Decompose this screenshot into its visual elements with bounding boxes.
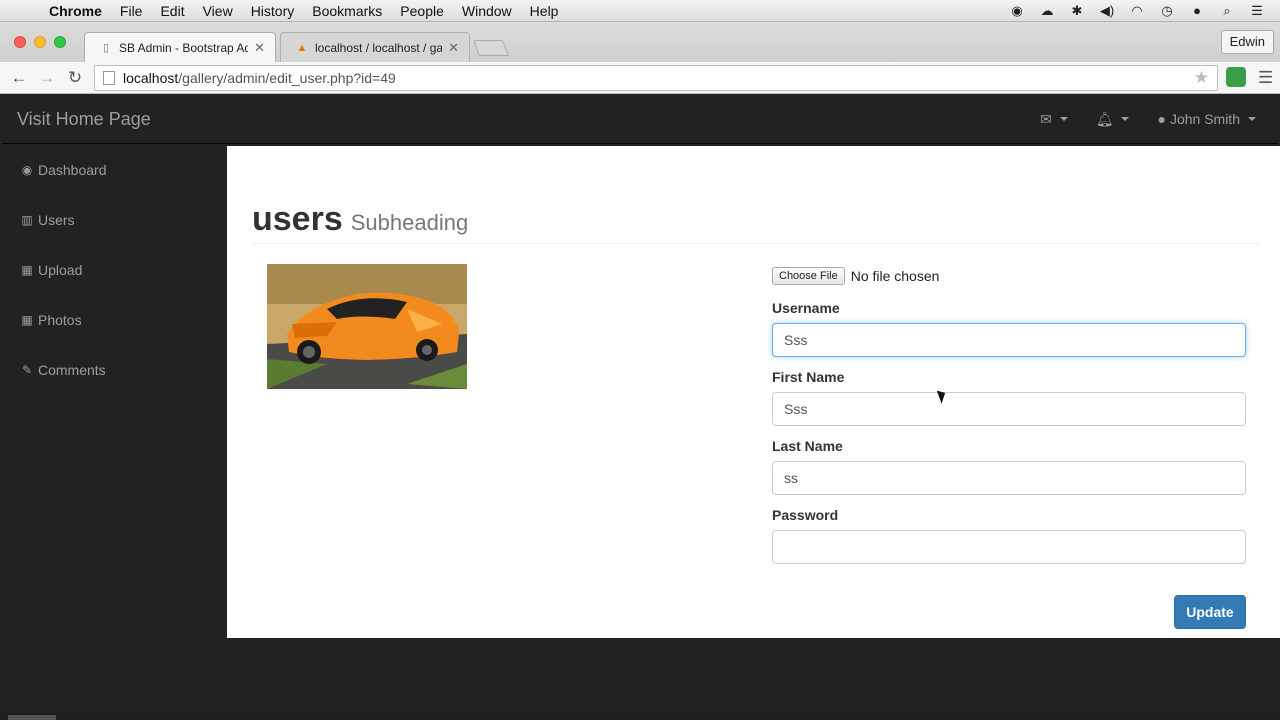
edit-user-form: Choose File No file chosen Username Sss … xyxy=(772,264,1246,564)
messages-dropdown[interactable]: ✉ xyxy=(1026,111,1082,128)
page-title: users Subheading xyxy=(252,200,469,238)
user-icon: ● xyxy=(1157,111,1166,127)
bar-chart-icon: ▥ xyxy=(21,213,33,227)
sidebar-item-users[interactable]: ▥ Users xyxy=(2,195,227,245)
page-content: users Subheading Choose File No file cho… xyxy=(227,146,1280,638)
file-status: No file chosen xyxy=(850,268,940,284)
editor-strip xyxy=(0,712,1280,720)
table-icon: ▦ xyxy=(21,313,33,327)
menu-help[interactable]: Help xyxy=(521,3,568,19)
close-window-icon[interactable] xyxy=(14,36,26,48)
car-image xyxy=(267,264,467,389)
close-tab-icon[interactable]: ✕ xyxy=(448,40,459,56)
sidebar-item-dashboard[interactable]: ◉ Dashboard xyxy=(2,145,227,195)
extension-icon[interactable] xyxy=(1226,67,1246,87)
clock-icon[interactable]: ◷ xyxy=(1158,3,1176,19)
first-name-label: First Name xyxy=(772,369,845,385)
menu-window[interactable]: Window xyxy=(453,3,521,19)
window-controls xyxy=(14,36,66,48)
page-subtitle: Subheading xyxy=(350,210,469,235)
caret-icon xyxy=(1248,117,1256,121)
sidebar: ◉ Dashboard ▥ Users ▦ Upload ▦ Photos ✎ … xyxy=(2,145,227,720)
page-info-icon[interactable] xyxy=(103,71,115,85)
close-tab-icon[interactable]: ✕ xyxy=(254,40,265,56)
menu-view[interactable]: View xyxy=(194,3,242,19)
url-host: localhost xyxy=(123,70,179,86)
sidebar-item-label: Dashboard xyxy=(38,162,107,178)
tab-title: localhost / localhost / galle xyxy=(315,40,443,55)
record-icon[interactable]: ◉ xyxy=(1008,3,1026,19)
sidebar-item-label: Users xyxy=(38,212,75,228)
update-button[interactable]: Update xyxy=(1174,595,1246,629)
chrome-menu-icon[interactable]: ☰ xyxy=(1258,68,1273,88)
menu-history[interactable]: History xyxy=(242,3,304,19)
sidebar-item-upload[interactable]: ▦ Upload xyxy=(2,245,227,295)
os-menubar: Chrome File Edit View History Bookmarks … xyxy=(0,0,1280,22)
page-icon: ▯ xyxy=(102,42,110,54)
file-picker: Choose File No file chosen xyxy=(772,264,1246,288)
sidebar-item-label: Upload xyxy=(38,262,83,278)
tab-sb-admin[interactable]: ▯ SB Admin - Bootstrap Adm ✕ xyxy=(84,32,276,62)
pma-icon: ▲ xyxy=(296,41,308,54)
volume-icon[interactable]: ◀) xyxy=(1098,3,1116,19)
status-tray: ◉ ☁ ✱ ◀) ◠ ◷ ● ⌕ ☰ xyxy=(1008,3,1280,19)
username-input[interactable]: Sss xyxy=(772,323,1246,357)
search-icon[interactable]: ⌕ xyxy=(1218,3,1236,19)
sidebar-item-label: Photos xyxy=(38,312,82,328)
menu-people[interactable]: People xyxy=(391,3,453,19)
envelope-icon: ✉ xyxy=(1039,110,1052,127)
bell-icon: 🔔︎ xyxy=(1095,110,1114,127)
dashboard-icon: ◉ xyxy=(21,163,33,177)
caret-icon xyxy=(1059,117,1068,121)
menu-app[interactable]: Chrome xyxy=(40,3,111,19)
password-input[interactable] xyxy=(772,530,1246,564)
choose-file-button[interactable]: Choose File xyxy=(772,267,845,285)
back-icon[interactable]: ← xyxy=(8,67,30,89)
tab-phpmyadmin[interactable]: ▲ localhost / localhost / galle ✕ xyxy=(280,32,470,62)
bluetooth-icon[interactable]: ✱ xyxy=(1068,3,1086,19)
last-name-label: Last Name xyxy=(772,438,843,454)
user-photo xyxy=(267,264,467,389)
reload-icon[interactable]: ↻ xyxy=(64,67,86,89)
sidebar-item-comments[interactable]: ✎ Comments xyxy=(2,345,227,395)
zoom-window-icon[interactable] xyxy=(54,36,66,48)
cloud-icon[interactable]: ☁ xyxy=(1038,3,1056,19)
user-dropdown[interactable]: ● John Smith xyxy=(1143,111,1270,127)
navbar-right: ✉ 🔔︎ ● John Smith xyxy=(1026,94,1270,144)
menu-bookmarks[interactable]: Bookmarks xyxy=(303,3,391,19)
tab-strip: ▯ SB Admin - Bootstrap Adm ✕ ▲ localhost… xyxy=(0,22,1280,62)
address-bar[interactable]: localhost /gallery/admin/edit_user.php?i… xyxy=(94,65,1218,91)
first-name-input[interactable]: Sss xyxy=(772,392,1246,426)
menu-edit[interactable]: Edit xyxy=(151,3,193,19)
username-label: Username xyxy=(772,300,840,316)
browser-toolbar: ← → ↻ localhost /gallery/admin/edit_user… xyxy=(0,62,1280,94)
password-label: Password xyxy=(772,507,839,523)
alerts-dropdown[interactable]: 🔔︎ xyxy=(1082,111,1144,128)
user-name: John Smith xyxy=(1169,111,1240,127)
bookmark-star-icon[interactable]: ★ xyxy=(1194,68,1209,88)
edit-icon: ✎ xyxy=(21,363,33,377)
new-tab-button[interactable] xyxy=(473,40,509,56)
tab-title: SB Admin - Bootstrap Adm xyxy=(119,40,249,55)
menu-file[interactable]: File xyxy=(111,3,152,19)
forward-icon[interactable]: → xyxy=(36,67,58,89)
list-icon[interactable]: ☰ xyxy=(1248,3,1266,19)
page-header: users Subheading xyxy=(252,200,1260,244)
webpage: Visit Home Page ✉ 🔔︎ ● John Smith ◉ Dash… xyxy=(0,94,1280,720)
brand-link[interactable]: Visit Home Page xyxy=(17,109,151,130)
minimize-window-icon[interactable] xyxy=(34,36,46,48)
user-icon[interactable]: ● xyxy=(1188,3,1206,18)
wifi-icon[interactable]: ◠ xyxy=(1128,3,1146,19)
top-navbar: Visit Home Page ✉ 🔔︎ ● John Smith xyxy=(2,94,1278,144)
gutter xyxy=(8,715,56,720)
url-path: /gallery/admin/edit_user.php?id=49 xyxy=(178,70,396,86)
sidebar-item-label: Comments xyxy=(38,362,106,378)
caret-icon xyxy=(1121,117,1130,121)
sidebar-item-photos[interactable]: ▦ Photos xyxy=(2,295,227,345)
table-icon: ▦ xyxy=(21,263,33,277)
profile-button[interactable]: Edwin xyxy=(1220,30,1274,54)
last-name-input[interactable]: ss xyxy=(772,461,1246,495)
